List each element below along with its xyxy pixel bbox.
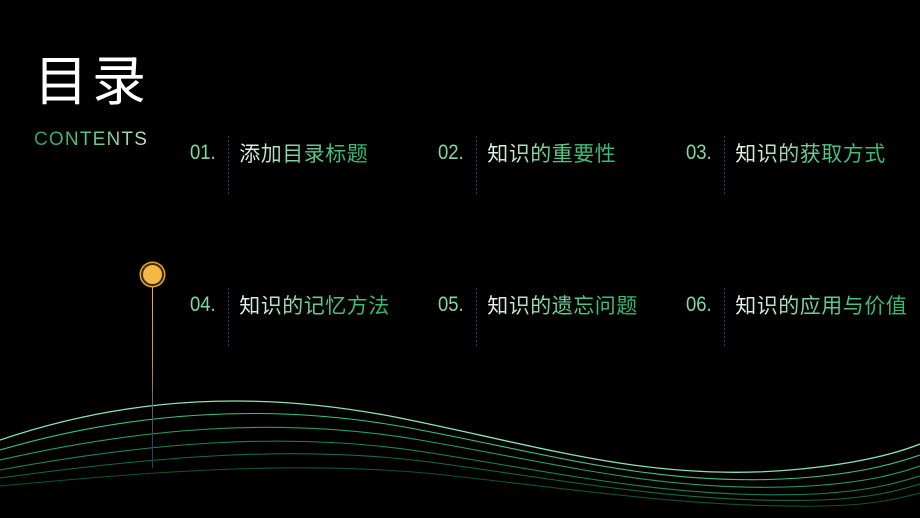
toc-entry-divider [724,136,726,194]
toc-entry-label: 知识的遗忘问题 [487,292,638,321]
wave-decoration [0,400,920,507]
toc-entry-divider [724,288,726,346]
toc-entry-label: 知识的获取方式 [735,140,886,169]
toc-entry-number: 06. [686,293,712,316]
toc-entry-label: 知识的记忆方法 [239,292,390,321]
toc-slide: 目录 CONTENTS 01. 添加目录标题 02. 知识的重要性 03. 知识… [0,0,920,518]
page-title: 目录 [34,50,150,113]
toc-entry-label: 知识的重要性 [487,140,616,169]
toc-row-bottom: 04. 知识的记忆方法 05. 知识的遗忘问题 06. 知识的应用与价值 [190,288,920,346]
toc-entry-number: 05. [438,293,464,316]
circle-node-icon [141,263,164,286]
title-block: 目录 CONTENTS [34,52,214,151]
toc-entry-number: 01. [190,141,216,164]
toc-entry-divider [228,136,230,194]
contents-subtitle: CONTENTS [34,129,214,151]
toc-entry-06[interactable]: 06. 知识的应用与价值 [686,288,920,346]
toc-entry-label: 知识的应用与价值 [735,292,907,321]
toc-entry-number: 04. [190,293,216,316]
toc-entry-03[interactable]: 03. 知识的获取方式 [686,136,920,194]
toc-row-top: 01. 添加目录标题 02. 知识的重要性 03. 知识的获取方式 [190,136,920,194]
toc-entry-divider [228,288,230,346]
toc-entry-divider [476,136,478,194]
toc-entry-05[interactable]: 05. 知识的遗忘问题 [438,288,686,346]
toc-entry-number: 03. [686,141,712,164]
toc-entry-01[interactable]: 01. 添加目录标题 [190,136,438,194]
toc-entry-number: 02. [438,141,464,164]
toc-entry-label: 添加目录标题 [239,140,368,169]
toc-entry-02[interactable]: 02. 知识的重要性 [438,136,686,194]
toc-entry-divider [476,288,478,346]
toc-entry-04[interactable]: 04. 知识的记忆方法 [190,288,438,346]
vertical-line-icon [152,286,153,468]
